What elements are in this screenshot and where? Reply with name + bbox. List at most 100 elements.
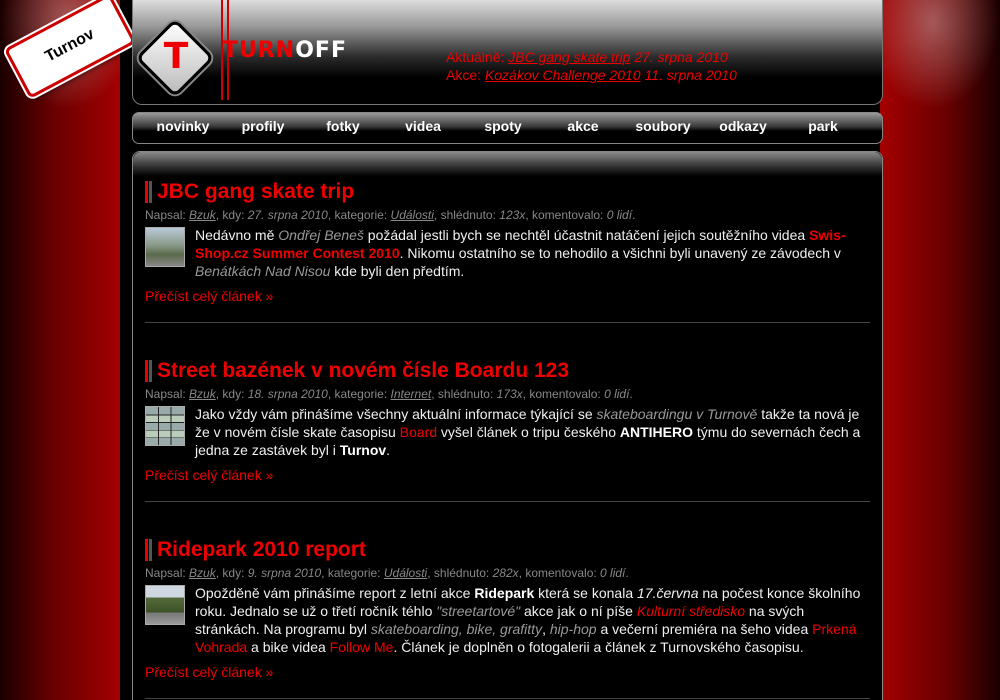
nav-spoty[interactable]: spoty <box>463 118 543 134</box>
text-part: ANTIHERO <box>619 424 694 440</box>
text-part: 17.června <box>637 585 699 601</box>
article: JBC gang skate trip Napsal: Bzuk, kdy: 2… <box>145 180 870 323</box>
text-part: akce jak o ní píše <box>520 603 637 619</box>
article-body: Jako vždy vám přinášíme všechny aktuální… <box>145 405 870 459</box>
text-part: Ridepark <box>474 585 535 601</box>
meta-category-link[interactable]: Internet <box>391 387 432 401</box>
text-part: . Článek je doplněn o fotogalerii a člán… <box>393 639 804 655</box>
article-title[interactable]: Ridepark 2010 report <box>157 538 366 562</box>
current-news-line: Aktuálně: JBC gang skate trip 27. srpna … <box>446 48 737 66</box>
article-body: Opožděně vám přinášíme report z letní ak… <box>145 584 870 656</box>
meta-author-link[interactable]: Bzuk <box>189 566 216 580</box>
article-meta: Napsal: Bzuk, kdy: 27. srpna 2010, kateg… <box>145 208 636 222</box>
text-part: , <box>542 621 550 637</box>
text-part: Turnov <box>339 442 387 458</box>
text-part: Benátkách Nad Nisou <box>195 263 331 279</box>
meta-comments: 0 lidí <box>606 208 633 222</box>
article-title-row: JBC gang skate trip <box>145 180 870 204</box>
town-sign-label: Turnov <box>42 25 98 66</box>
text-part: která se konala <box>534 585 638 601</box>
text-link[interactable]: Kulturní středisko <box>637 603 745 619</box>
left-decoration <box>0 0 135 700</box>
meta-author-label: Napsal: <box>145 387 186 401</box>
main-nav: novinky profily fotky videa spoty akce s… <box>132 112 883 144</box>
article-thumbnail[interactable] <box>145 227 185 267</box>
nav-soubory[interactable]: soubory <box>623 118 703 134</box>
article-title[interactable]: JBC gang skate trip <box>157 180 354 204</box>
event-news-date: 11. srpna 2010 <box>644 67 737 83</box>
text-part: kde byli den předtím. <box>330 263 465 279</box>
text-part: vyšel článek o tripu českého <box>437 424 620 440</box>
current-news-date: 27. srpna 2010 <box>634 49 728 65</box>
logo-turn: TURN <box>223 38 296 63</box>
meta-when-label: kdy: <box>222 387 245 401</box>
header-news: Aktuálně: JBC gang skate trip 27. srpna … <box>446 48 737 84</box>
meta-comments-label: komentovalo: <box>529 387 601 401</box>
text-link[interactable]: Board <box>400 424 437 440</box>
title-bar <box>145 360 148 382</box>
nav-videa[interactable]: videa <box>383 118 463 134</box>
meta-views-label: shlédnuto: <box>437 387 494 401</box>
article-text: Jako vždy vám přinášíme všechny aktuální… <box>195 405 870 459</box>
meta-date: 9. srpna 2010 <box>247 566 322 580</box>
meta-category-label: kategorie: <box>327 566 381 580</box>
content-top-bar <box>133 152 882 176</box>
article-thumbnail[interactable] <box>145 585 185 625</box>
article-thumbnail[interactable] <box>145 406 185 446</box>
event-news-link[interactable]: Kozákov Challenge 2010 <box>485 67 641 83</box>
current-label: Aktuálně: <box>446 49 505 65</box>
right-decoration <box>865 0 1000 700</box>
article: Street bazének v novém čísle Boardu 123 … <box>145 359 870 502</box>
article-title[interactable]: Street bazének v novém čísle Boardu 123 <box>157 359 569 383</box>
text-link[interactable]: Follow Me <box>330 639 394 655</box>
title-bar <box>145 181 148 203</box>
read-more-link[interactable]: Přečíst celý článek » <box>145 467 870 483</box>
event-news-line: Akce: Kozákov Challenge 2010 11. srpna 2… <box>446 66 737 84</box>
text-part: Ondřej Beneš <box>278 227 364 243</box>
meta-author-link[interactable]: Bzuk <box>189 387 216 401</box>
meta-author-label: Napsal: <box>145 208 186 222</box>
meta-views: 282x <box>492 566 519 580</box>
meta-comments: 0 lidí <box>604 387 630 401</box>
read-more-link[interactable]: Přečíst celý článek » <box>145 664 870 680</box>
article-text: Opožděně vám přinášíme report z letní ak… <box>195 584 870 656</box>
event-label: Akce: <box>446 67 482 83</box>
article-title-row: Street bazének v novém čísle Boardu 123 <box>145 359 870 383</box>
nav-profily[interactable]: profily <box>223 118 303 134</box>
article-meta: Napsal: Bzuk, kdy: 18. srpna 2010, kateg… <box>145 387 633 401</box>
site-header: T TURNOFF Aktuálně: JBC gang skate trip … <box>132 0 883 105</box>
meta-author-label: Napsal: <box>145 566 186 580</box>
meta-views-label: shlédnuto: <box>440 208 496 222</box>
nav-novinky[interactable]: novinky <box>143 118 223 134</box>
meta-category-link[interactable]: Události <box>391 208 434 222</box>
meta-date: 27. srpna 2010 <box>247 208 328 222</box>
text-part: a večerní premiéra na šeho videa <box>596 621 813 637</box>
meta-when-label: kdy: <box>222 566 245 580</box>
nav-fotky[interactable]: fotky <box>303 118 383 134</box>
current-news-link[interactable]: JBC gang skate trip <box>508 49 630 65</box>
article-body: Nedávno mě Ondřej Beneš požádal jestli b… <box>145 226 870 280</box>
article-title-row: Ridepark 2010 report <box>145 538 870 562</box>
logo-off: OFF <box>295 38 347 63</box>
meta-when-label: kdy: <box>222 208 245 222</box>
read-more-link[interactable]: Přečíst celý článek » <box>145 288 870 304</box>
text-part: Nedávno mě <box>195 227 279 243</box>
meta-category-label: kategorie: <box>334 208 388 222</box>
article-text: Nedávno mě Ondřej Beneš požádal jestli b… <box>195 226 870 280</box>
meta-views-label: shlédnuto: <box>433 566 490 580</box>
site-logo[interactable]: TURNOFF <box>223 38 347 63</box>
nav-odkazy[interactable]: odkazy <box>703 118 783 134</box>
nav-akce[interactable]: akce <box>543 118 623 134</box>
article-meta: Napsal: Bzuk, kdy: 9. srpna 2010, katego… <box>145 566 629 580</box>
text-part: hip-hop <box>549 621 597 637</box>
meta-author-link[interactable]: Bzuk <box>189 208 216 222</box>
logo-t-icon: T <box>163 36 189 77</box>
title-bar <box>145 539 148 561</box>
nav-park[interactable]: park <box>783 118 863 134</box>
text-part: . <box>386 442 391 458</box>
meta-category-link[interactable]: Události <box>384 566 427 580</box>
text-part: "streetartové" <box>436 603 521 619</box>
meta-comments-label: komentovalo: <box>532 208 604 222</box>
meta-comments: 0 lidí <box>600 566 626 580</box>
meta-views: 123x <box>499 208 526 222</box>
